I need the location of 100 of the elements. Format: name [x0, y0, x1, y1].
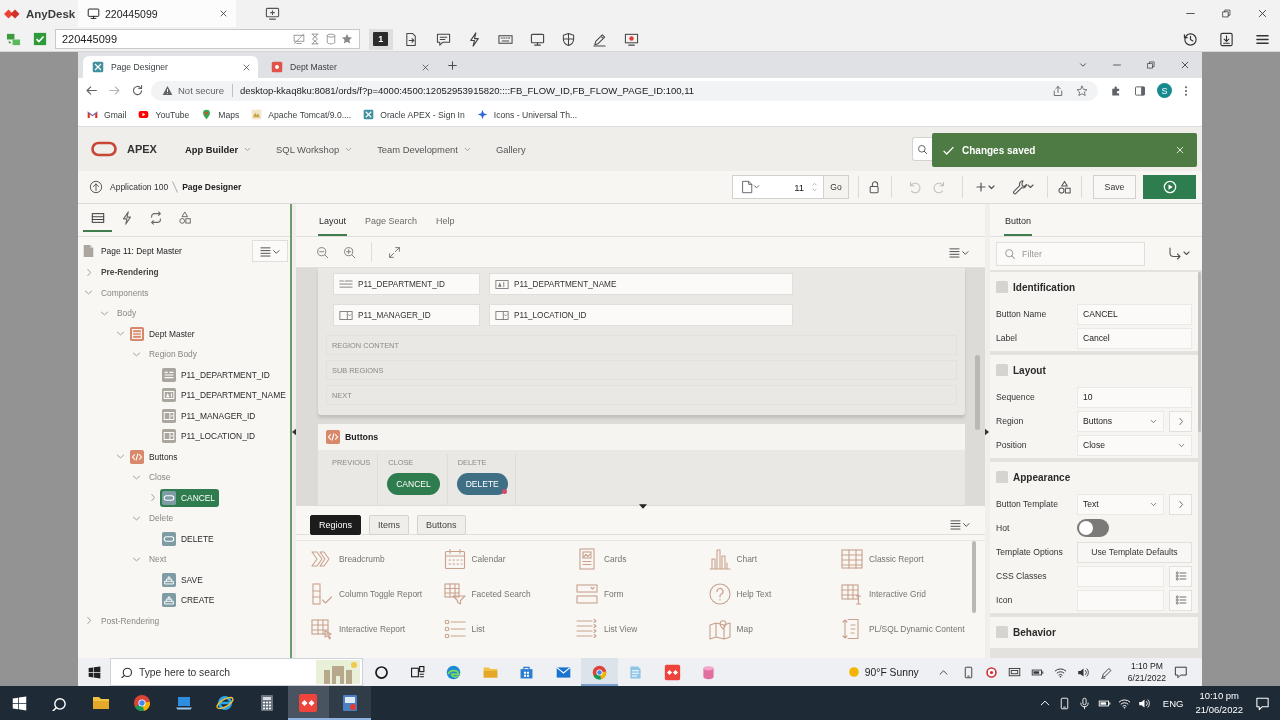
bookmark[interactable]: Gmail: [87, 109, 127, 120]
toggle-switch[interactable]: [1077, 519, 1109, 537]
shapes-icon[interactable]: [1057, 179, 1072, 195]
tree-node[interactable]: CANCEL: [160, 488, 219, 507]
computers-icon[interactable]: [6, 31, 21, 47]
nav-menu[interactable]: Team Development: [377, 143, 472, 155]
cylinder-icon[interactable]: [325, 33, 337, 45]
close-icon[interactable]: [1256, 8, 1268, 19]
display-button[interactable]: 1: [368, 28, 393, 50]
download-icon[interactable]: [1218, 31, 1234, 47]
region-header[interactable]: Buttons: [318, 424, 965, 450]
panel-tab[interactable]: Layout: [318, 216, 348, 236]
ring-icon[interactable]: [984, 665, 998, 679]
taskbar-app-button[interactable]: [329, 686, 371, 720]
tree-node[interactable]: Components: [96, 283, 153, 302]
close-icon[interactable]: [242, 62, 251, 72]
bookmark[interactable]: Apache Tomcat/9.0....: [251, 109, 352, 120]
select-field[interactable]: Text: [1077, 493, 1164, 515]
collapse-toggle-icon[interactable]: [996, 471, 1008, 483]
pen-icon[interactable]: [1099, 665, 1113, 679]
taskbar-search-field[interactable]: Type here to search: [110, 658, 363, 686]
bookmark[interactable]: YouTube: [138, 109, 190, 120]
new-tab-icon[interactable]: [447, 59, 458, 71]
tree-node[interactable]: P11_MANAGER_ID: [160, 406, 260, 425]
select-field[interactable]: Close: [1077, 434, 1192, 456]
history-icon[interactable]: [1182, 31, 1198, 47]
back-icon[interactable]: [85, 84, 98, 97]
page-item[interactable]: P11_LOCATION_ID: [489, 304, 793, 326]
search-field[interactable]: [912, 137, 932, 161]
layout-button[interactable]: DELETE: [456, 473, 508, 495]
tree-node[interactable]: P11_DEPARTMENT_ID: [160, 365, 274, 384]
record-icon[interactable]: [623, 31, 639, 47]
restore-icon[interactable]: [1146, 60, 1156, 70]
breadcrumb-link[interactable]: Application 100: [110, 182, 169, 192]
list-button[interactable]: [1169, 565, 1192, 587]
gallery-item[interactable]: List View: [575, 611, 708, 646]
nav-menu[interactable]: SQL Workshop: [276, 143, 354, 155]
monitor-icon[interactable]: [529, 31, 545, 47]
gallery-tab[interactable]: Regions: [310, 514, 362, 535]
speaker-icon[interactable]: [1076, 665, 1090, 679]
microphone-icon[interactable]: [1078, 696, 1092, 710]
session-tab[interactable]: 220445099: [78, 0, 236, 27]
bookmark[interactable]: Maps: [201, 109, 240, 120]
close-icon[interactable]: [421, 62, 430, 72]
scrollbar-thumb[interactable]: [1198, 272, 1201, 432]
notification-icon[interactable]: [1255, 695, 1270, 711]
wrench-caret-icon[interactable]: [1012, 179, 1034, 195]
curved-arrow-icon[interactable]: [1168, 245, 1190, 262]
notification-icon[interactable]: [1174, 665, 1188, 679]
tree-node[interactable]: Next: [144, 550, 171, 569]
gallery-item[interactable]: Faceted Search: [442, 576, 575, 611]
collapse-arrow-icon[interactable]: [985, 428, 989, 436]
pen-icon[interactable]: [592, 31, 608, 47]
gallery-item[interactable]: Column Toggle Report: [310, 576, 443, 611]
go-button[interactable]: Go: [824, 175, 849, 199]
up-arrow-icon[interactable]: [89, 180, 103, 194]
weather-text[interactable]: 90°F Sunny: [864, 666, 919, 678]
collapse-arrow-icon[interactable]: [639, 504, 647, 509]
puzzle-icon[interactable]: [1110, 84, 1122, 97]
tree-node[interactable]: Post-Rendering: [96, 611, 164, 630]
gallery-item[interactable]: Calendar: [442, 541, 575, 576]
panel-tab[interactable]: Help: [435, 216, 456, 236]
screen-off-icon[interactable]: [293, 33, 305, 45]
taskbar-app-button[interactable]: [287, 686, 329, 720]
address-bar[interactable]: Not secure desktop-kkaq8ku:8081/ords/f?p=4000:4500:12052953915820::::FB_FLOW_ID,FB_FLOW_PAGE_ID:100,11: [151, 80, 1098, 101]
tree-node[interactable]: Body: [112, 304, 141, 323]
wifi-icon[interactable]: [1053, 665, 1067, 679]
gallery-item[interactable]: Chart: [707, 541, 840, 576]
language-indicator[interactable]: ENG: [1162, 697, 1184, 709]
panel-tab[interactable]: Button: [1004, 216, 1033, 236]
clock-time[interactable]: 1:10 PM: [1130, 660, 1163, 672]
close-icon[interactable]: [219, 9, 228, 18]
page-item[interactable]: P11_DEPARTMENT_NAME: [489, 273, 793, 295]
clock-time[interactable]: 10:10 pm: [1199, 689, 1240, 703]
speaker-icon[interactable]: [1138, 696, 1152, 710]
tree-node[interactable]: Dept Master: [128, 324, 199, 343]
tree-node[interactable]: Pre-Rendering: [96, 263, 163, 282]
sidebar-icon[interactable]: [1134, 84, 1146, 97]
close-icon[interactable]: [1180, 60, 1190, 70]
scrollbar-thumb[interactable]: [972, 541, 976, 613]
caret-icon[interactable]: [1078, 60, 1088, 70]
search-icon[interactable]: [51, 695, 67, 711]
tree-node[interactable]: Buttons: [128, 447, 182, 466]
expand-icon[interactable]: [388, 245, 401, 259]
breadcrumb-link[interactable]: Page Designer: [182, 182, 242, 192]
options-button[interactable]: Use Template Defaults: [1077, 541, 1192, 563]
url-text[interactable]: desktop-kkaq8ku:8081/ords/f?p=4000:4500:12052953915820::::FB_FLOW_ID,FB_FLOW_PAGE_ID:100,11: [239, 85, 695, 96]
panel-tab[interactable]: Page Search: [364, 216, 419, 236]
select-field[interactable]: Buttons: [1077, 410, 1164, 432]
wifi-icon[interactable]: [1118, 696, 1132, 710]
gallery-item[interactable]: Cards: [575, 541, 708, 576]
star-icon[interactable]: [1076, 84, 1088, 97]
run-button[interactable]: [1143, 175, 1196, 199]
gallery-tab[interactable]: Buttons: [417, 514, 466, 535]
page-caret-icon[interactable]: [740, 180, 760, 194]
scrollbar-thumb[interactable]: [975, 355, 980, 430]
input-field[interactable]: 10: [1077, 386, 1192, 408]
gallery-item[interactable]: Help Text: [707, 576, 840, 611]
gallery-item[interactable]: Interactive Grid: [840, 576, 972, 611]
list-button[interactable]: [1169, 589, 1192, 611]
